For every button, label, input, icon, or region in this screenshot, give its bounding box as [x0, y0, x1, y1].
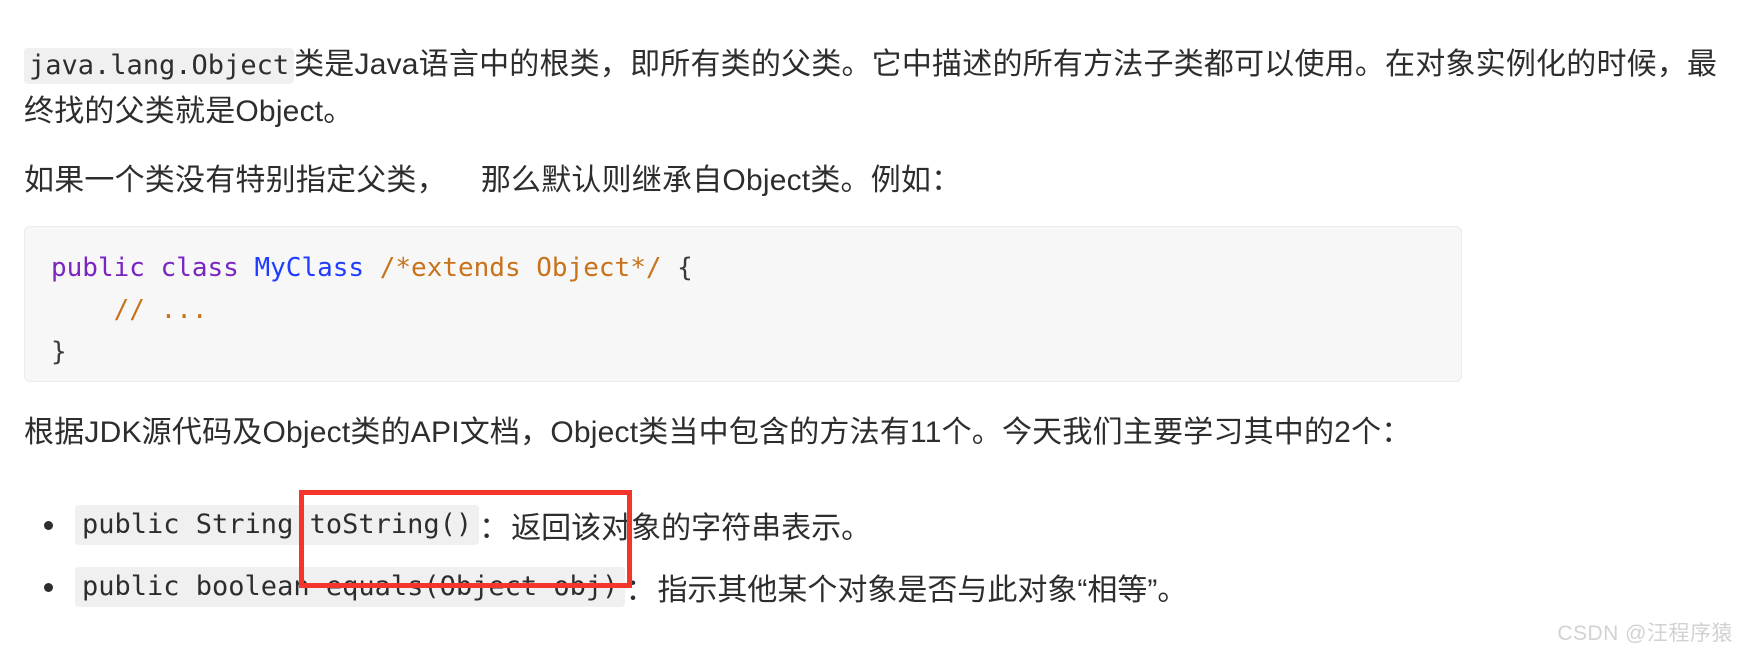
- method-separator: ：: [625, 574, 656, 607]
- code-token-brace-close: }: [51, 337, 67, 367]
- article-page: java.lang.Object 类是Java语言中的根类，即所有类的父类。它中描…: [0, 0, 1751, 655]
- code-token-brace-open: {: [661, 253, 693, 283]
- method-list: public String toString() ： 返回该对象的字符串表示。 …: [24, 494, 1524, 618]
- code-token-comment-ellipsis: // ...: [113, 295, 208, 325]
- code-token-keyword: public class: [51, 253, 255, 283]
- paragraph-jdk-methods: 根据JDK源代码及Object类的API文档，Object类当中包含的方法有11…: [24, 410, 1411, 456]
- code-block-myclass: public class MyClass /*extends Object*/ …: [24, 226, 1462, 382]
- code-token-indent: [51, 295, 114, 325]
- method-signature-tostring: public String toString(): [75, 505, 480, 545]
- method-description-tostring: 返回该对象的字符串表示。: [511, 512, 872, 545]
- bullet-dot-icon: [44, 520, 53, 530]
- list-item: public boolean equals(Object obj) ： 指示其他…: [24, 556, 1524, 618]
- paragraph-default-parent-part-b: 那么默认则继承自Object类。例如：: [480, 164, 962, 197]
- paragraph-default-parent: 如果一个类没有特别指定父类， 那么默认则继承自Object类。例如：: [24, 158, 961, 204]
- list-item: public String toString() ： 返回该对象的字符串表示。: [24, 494, 1524, 556]
- code-token-comment-extends: /*extends Object*/: [379, 253, 662, 283]
- paragraph-default-parent-part-a: 如果一个类没有特别指定父类，: [24, 164, 447, 197]
- csdn-watermark: CSDN @汪程序猿: [1557, 622, 1733, 645]
- paragraph-jdk-methods-text: 根据JDK源代码及Object类的API文档，Object类当中包含的方法有11…: [24, 416, 1412, 449]
- method-description-equals: 指示其他某个对象是否与此对象“相等”。: [657, 574, 1188, 607]
- method-signature-equals: public boolean equals(Object obj): [75, 567, 626, 607]
- code-token-type: MyClass: [254, 253, 365, 283]
- method-separator: ：: [479, 512, 510, 545]
- bullet-dot-icon: [44, 582, 53, 592]
- inline-code-java-lang-object: java.lang.Object: [24, 48, 295, 84]
- paragraph-intro: java.lang.Object 类是Java语言中的根类，即所有类的父类。它中描…: [24, 42, 1724, 135]
